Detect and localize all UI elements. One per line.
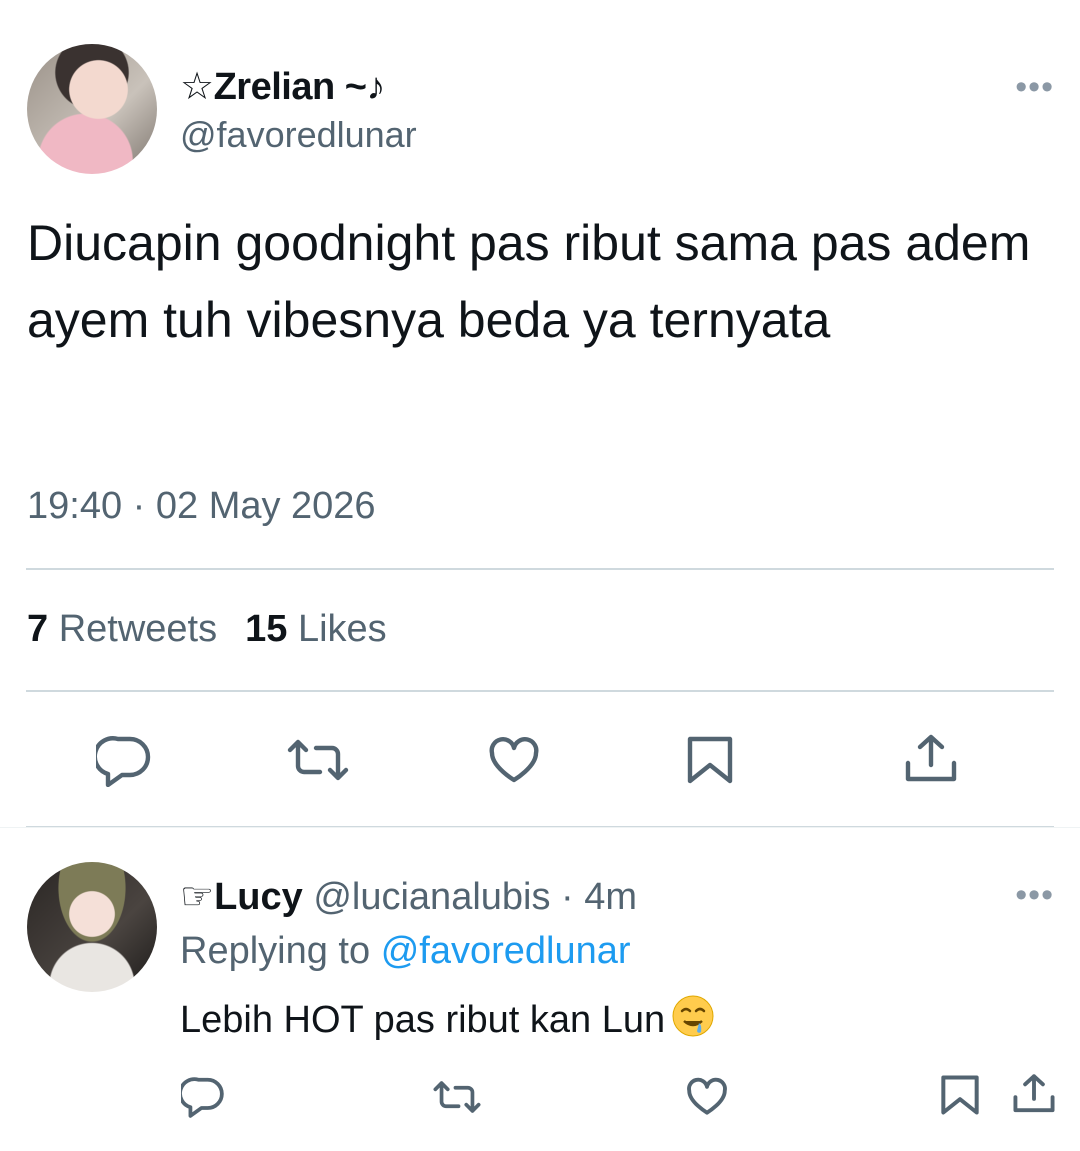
reply-text: Lebih HOT pas ribut kan Lun (180, 994, 715, 1042)
reply-like-icon[interactable] (686, 1077, 728, 1116)
reply-retweet-icon[interactable] (432, 1080, 482, 1114)
reply-author-line: ☞Lucy @lucianalubis · 4m (180, 874, 637, 919)
likes-stat[interactable]: 15 Likes (245, 608, 387, 650)
likes-label: Likes (297, 608, 387, 650)
more-options-icon[interactable]: ••• (1015, 70, 1054, 104)
reply-icon[interactable] (96, 735, 152, 787)
reply-author-display-name[interactable]: ☞Lucy (180, 876, 303, 918)
replying-to-handle[interactable]: @favoredlunar (381, 930, 631, 972)
share-icon[interactable] (904, 733, 958, 785)
replying-to: Replying to @favoredlunar (180, 930, 631, 973)
reply-author-handle[interactable]: @lucianalubis (313, 876, 550, 918)
reply-time[interactable]: · 4m (561, 876, 637, 918)
tweet-timestamp[interactable]: 19:40 · 02 May 2026 (27, 485, 376, 528)
tweet-text: Diucapin goodnight pas ribut sama pas ad… (27, 215, 1031, 348)
author-handle[interactable]: @favoredlunar (180, 114, 417, 156)
retweets-label: Retweets (58, 608, 218, 650)
drooling-face-emoji (672, 995, 714, 1037)
bookmark-icon[interactable] (686, 735, 734, 785)
author-avatar[interactable] (27, 44, 157, 174)
replying-prefix: Replying to (180, 930, 371, 972)
reply-more-options-icon[interactable]: ••• (1015, 878, 1054, 912)
author-display-name[interactable]: ☆Zrelian ~♪ (180, 64, 385, 109)
likes-count: 15 (245, 608, 288, 650)
reply-author-avatar[interactable] (27, 862, 157, 992)
divider (26, 690, 1054, 692)
like-icon[interactable] (488, 736, 540, 784)
retweets-stat[interactable]: 7 Retweets (27, 608, 217, 650)
reply-text-content: Lebih HOT pas ribut kan Lun (180, 999, 666, 1041)
reply-share-icon[interactable] (1012, 1073, 1056, 1115)
divider (26, 568, 1054, 570)
divider (0, 827, 1080, 828)
retweets-count: 7 (27, 608, 49, 650)
tweet-stats: 7 Retweets 15 Likes (27, 608, 387, 651)
reply-bookmark-icon[interactable] (940, 1074, 980, 1116)
reply-reply-icon[interactable] (181, 1076, 225, 1118)
retweet-icon[interactable] (286, 738, 350, 782)
